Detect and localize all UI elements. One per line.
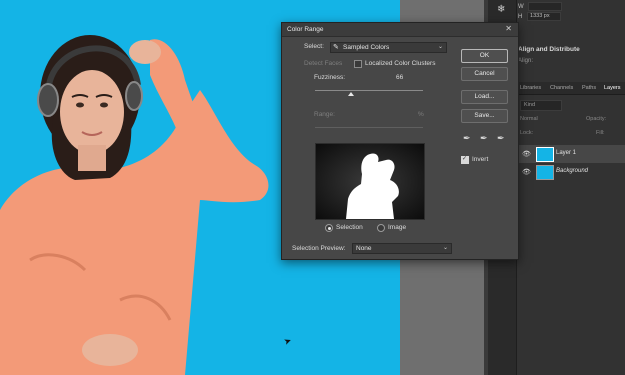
align-label: Align: xyxy=(518,58,534,64)
width-row: W xyxy=(518,2,563,11)
chevron-down-icon: ⌄ xyxy=(442,245,448,251)
eyedropper-plus-icon[interactable]: ✒ xyxy=(480,133,488,144)
range-unit: % xyxy=(418,111,424,118)
selection-preview-select[interactable]: None ⌄ xyxy=(352,243,452,254)
invert-label: Invert xyxy=(472,156,489,163)
layer-thumbnail xyxy=(536,147,554,162)
height-row: H 1333 px xyxy=(518,12,562,21)
eyedropper-icon: ✎ xyxy=(333,44,339,51)
lock-label: Lock: xyxy=(520,130,534,136)
height-field[interactable]: 1333 px xyxy=(527,12,562,21)
fuzziness-slider-thumb[interactable] xyxy=(348,92,354,96)
align-header: Align and Distribute xyxy=(518,46,580,53)
selection-radio[interactable] xyxy=(325,224,333,232)
selection-radio-label: Selection xyxy=(336,224,363,231)
layers-tabbar: Libraries Channels Paths Layers xyxy=(516,82,625,95)
cancel-button[interactable]: Cancel xyxy=(461,67,508,81)
selection-mask-image xyxy=(316,144,424,219)
tab-channels[interactable]: Channels xyxy=(550,85,573,91)
visibility-eye-icon[interactable]: 👁 xyxy=(522,168,531,176)
selection-preview-thumbnail xyxy=(315,143,425,220)
kind-filter-select[interactable]: Kind xyxy=(520,100,562,111)
localized-clusters-label: Localized Color Clusters xyxy=(365,60,436,67)
layer-row-background[interactable]: 👁 Background xyxy=(516,163,625,181)
layer-row-layer-1[interactable]: 👁 Layer 1 xyxy=(516,145,625,163)
opacity-label: Opacity: xyxy=(586,116,607,122)
invert-checkbox[interactable] xyxy=(461,155,469,164)
detect-faces-label: Detect Faces xyxy=(304,60,343,67)
snowflake-icon[interactable]: ❄ xyxy=(497,4,505,15)
select-label: Select: xyxy=(304,43,324,50)
fuzziness-label: Fuzziness: xyxy=(314,74,346,81)
chevron-down-icon: ⌄ xyxy=(437,44,443,50)
close-icon[interactable]: ✕ xyxy=(505,24,512,33)
range-slider-track xyxy=(315,127,423,128)
width-field[interactable] xyxy=(528,2,563,11)
fuzziness-value[interactable]: 66 xyxy=(396,74,403,81)
select-dropdown[interactable]: ✎ Sampled Colors ⌄ xyxy=(330,42,447,53)
localized-clusters-checkbox[interactable] xyxy=(354,60,362,68)
eyedropper-minus-icon[interactable]: ✒ xyxy=(497,133,505,144)
tab-layers[interactable]: Layers xyxy=(604,85,621,91)
fill-label: Fill: xyxy=(596,130,605,136)
blend-mode-select[interactable]: Normal xyxy=(520,116,538,122)
layer-thumbnail xyxy=(536,165,554,180)
load-button[interactable]: Load... xyxy=(461,90,508,104)
save-button[interactable]: Save... xyxy=(461,109,508,123)
tab-libraries[interactable]: Libraries xyxy=(520,85,541,91)
visibility-eye-icon[interactable]: 👁 xyxy=(522,150,531,158)
range-label: Range: xyxy=(314,111,335,118)
selection-preview-label: Selection Preview: xyxy=(292,245,346,252)
ok-button[interactable]: OK xyxy=(461,49,508,63)
tab-paths[interactable]: Paths xyxy=(582,85,596,91)
color-range-dialog: Color Range ✕ Select: ✎ Sampled Colors ⌄… xyxy=(281,22,519,260)
image-radio[interactable] xyxy=(377,224,385,232)
dialog-title: Color Range xyxy=(287,26,324,33)
fuzziness-slider-track[interactable] xyxy=(315,90,423,91)
image-radio-label: Image xyxy=(388,224,407,231)
eyedropper-icon[interactable]: ✒ xyxy=(463,133,471,144)
dialog-titlebar[interactable]: Color Range ✕ xyxy=(282,23,518,37)
